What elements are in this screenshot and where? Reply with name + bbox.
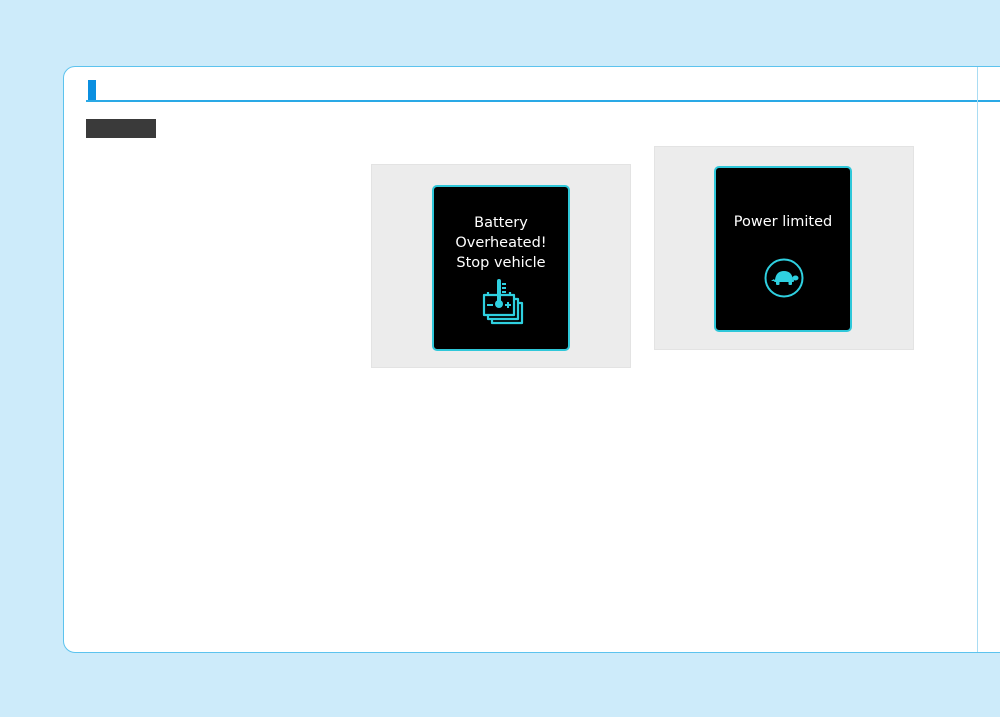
section-header-rule bbox=[86, 100, 1000, 102]
warning-message: Power limited bbox=[716, 212, 850, 232]
turtle-icon bbox=[764, 258, 804, 298]
cluster-display: Battery Overheated! Stop vehicle bbox=[432, 185, 570, 351]
warning-line: Overheated! bbox=[455, 235, 547, 251]
figure-power-limited: Power limited bbox=[654, 146, 914, 350]
battery-temperature-icon bbox=[482, 279, 524, 325]
warning-line: Battery bbox=[474, 215, 528, 231]
section-label-tag bbox=[86, 119, 156, 138]
warning-message: Battery Overheated! Stop vehicle bbox=[434, 213, 568, 273]
section-header-marker bbox=[88, 80, 96, 100]
margin-rule bbox=[977, 67, 978, 652]
warning-line: Stop vehicle bbox=[456, 255, 546, 271]
warning-line: Power limited bbox=[733, 214, 833, 230]
figure-battery-overheated: Battery Overheated! Stop vehicle bbox=[371, 164, 631, 368]
cluster-display: Power limited bbox=[714, 166, 852, 332]
